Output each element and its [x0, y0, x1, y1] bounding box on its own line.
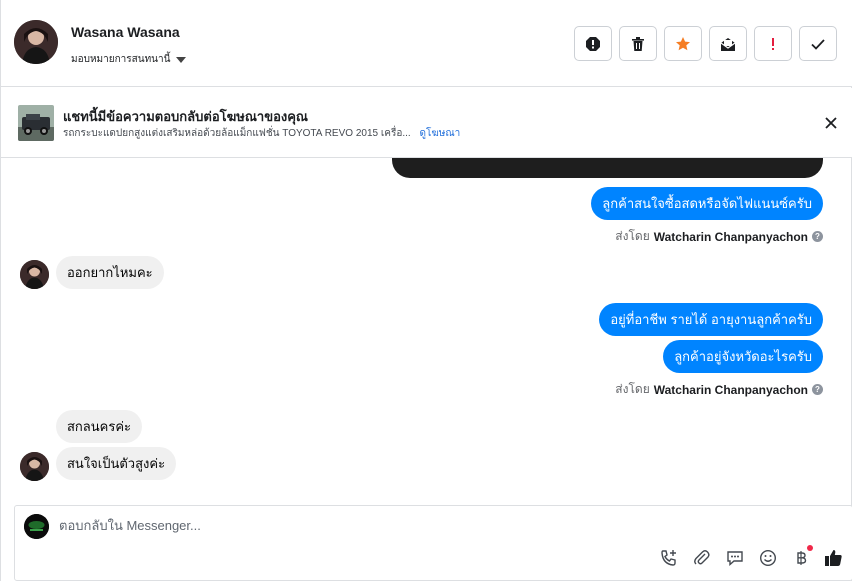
caret-down-icon	[176, 56, 187, 63]
star-icon	[676, 36, 690, 50]
help-icon[interactable]: ?	[812, 231, 823, 242]
attachment-image-bottom[interactable]	[392, 158, 823, 178]
check-icon	[811, 38, 825, 50]
baht-icon	[796, 550, 806, 565]
like-button[interactable]	[824, 548, 843, 567]
incoming-message[interactable]: สนใจเป็นตัวสูงค่ะ	[56, 447, 177, 480]
conversation-header: Wasana Wasana มอบหมายการสนทนานี้	[1, 0, 852, 87]
close-banner-button[interactable]	[823, 115, 839, 131]
paperclip-icon	[693, 549, 710, 564]
assign-label: มอบหมายการสนทนานี้	[71, 54, 171, 65]
chat-bubble-icon	[726, 550, 743, 566]
attach-button[interactable]	[692, 548, 711, 567]
follow-up-button[interactable]	[754, 26, 792, 61]
reply-input[interactable]	[59, 518, 659, 533]
payment-button[interactable]	[791, 545, 813, 567]
incoming-message[interactable]: ออกยากไหมคะ	[56, 256, 164, 289]
ad-banner-subtitle: รถกระบะแดปยกสูงแต่งเสริมหล่อด้วยล้อแม็กแ…	[63, 126, 460, 141]
message-composer	[14, 505, 852, 581]
saved-replies-button[interactable]	[725, 548, 744, 567]
inbox-conversation-panel: Wasana Wasana มอบหมายการสนทนานี้ แชทนี้ม…	[0, 0, 852, 581]
contact-avatar-small	[20, 260, 49, 289]
mark-unread-button[interactable]	[709, 26, 747, 61]
contact-avatar-small	[20, 452, 49, 481]
thumbs-up-icon	[825, 550, 842, 566]
help-icon[interactable]: ?	[812, 384, 823, 395]
star-button[interactable]	[664, 26, 702, 61]
header-actions	[574, 26, 837, 61]
ad-thumbnail[interactable]	[18, 105, 54, 141]
exclamation-icon	[772, 37, 774, 50]
sent-by-label: ส่งโดย Watcharin Chanpanyachon ?	[615, 227, 823, 246]
sent-by-prefix: ส่งโดย	[615, 382, 650, 396]
mark-unread-icon	[720, 37, 736, 51]
contact-avatar[interactable]	[14, 20, 58, 64]
sent-by-label: ส่งโดย Watcharin Chanpanyachon ?	[615, 380, 823, 399]
close-icon	[825, 117, 837, 129]
spam-button[interactable]	[574, 26, 612, 61]
alert-circle-icon	[586, 36, 600, 51]
page-avatar	[24, 514, 49, 539]
contact-name[interactable]: Wasana Wasana	[71, 24, 180, 40]
trash-icon	[632, 36, 644, 51]
view-ad-link[interactable]: ดูโฆษณา	[419, 128, 460, 139]
sent-by-name: Watcharin Chanpanyachon	[653, 382, 808, 397]
outgoing-message[interactable]: อยู่ที่อาชีพ รายได้ อายุงานลูกค้าครับ	[599, 303, 823, 336]
message-thread[interactable]: ลูกค้าสนใจซื้อสดหรือจัดไฟแนนซ์ครับ ส่งโด…	[1, 158, 852, 505]
mark-done-button[interactable]	[799, 26, 837, 61]
emoji-button[interactable]	[758, 548, 777, 567]
incoming-message[interactable]: สกลนครค่ะ	[56, 410, 143, 443]
emoji-icon	[759, 549, 776, 566]
ad-banner-title: แชทนี้มีข้อความตอบกลับต่อโฆษณาของคุณ	[63, 109, 308, 124]
phone-plus-icon	[660, 549, 676, 566]
ad-description: รถกระบะแดปยกสูงแต่งเสริมหล่อด้วยล้อแม็กแ…	[63, 128, 411, 139]
assign-conversation-dropdown[interactable]: มอบหมายการสนทนานี้	[71, 52, 187, 67]
ad-reply-banner: แชทนี้มีข้อความตอบกลับต่อโฆษณาของคุณ รถก…	[1, 88, 852, 158]
sent-by-prefix: ส่งโดย	[615, 229, 650, 243]
sent-by-name: Watcharin Chanpanyachon	[653, 229, 808, 244]
outgoing-message[interactable]: ลูกค้าสนใจซื้อสดหรือจัดไฟแนนซ์ครับ	[591, 187, 823, 220]
composer-toolbar	[659, 545, 843, 567]
notification-dot	[807, 545, 813, 551]
add-call-button[interactable]	[659, 548, 678, 567]
outgoing-message[interactable]: ลูกค้าอยู่จังหวัดอะไรครับ	[663, 340, 823, 373]
delete-button[interactable]	[619, 26, 657, 61]
